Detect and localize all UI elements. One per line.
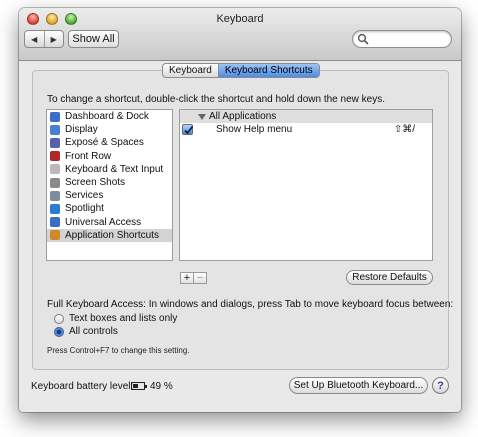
shortcut-name: Show Help menu xyxy=(216,124,293,135)
keyboard-preferences-window: Keyboard ◀ ▶ Show All Keyboard Keyboard … xyxy=(19,8,461,412)
search-icon xyxy=(357,33,369,45)
category-item[interactable]: Keyboard & Text Input xyxy=(47,163,172,176)
category-item[interactable]: Spotlight xyxy=(47,202,172,215)
category-item[interactable]: Display xyxy=(47,123,172,136)
shortcut-enabled-checkbox[interactable] xyxy=(182,124,194,135)
keyboard-icon xyxy=(50,164,60,175)
shortcut-group-row[interactable]: All Applications xyxy=(180,110,432,123)
radio-button[interactable] xyxy=(54,313,64,324)
battery-value: 49 % xyxy=(150,381,173,392)
back-button[interactable]: ◀ xyxy=(25,31,44,47)
set-up-bluetooth-keyboard-button[interactable]: Set Up Bluetooth Keyboard... xyxy=(289,377,428,394)
checkmark-icon xyxy=(184,125,194,135)
back-forward-control: ◀ ▶ xyxy=(24,30,64,48)
dashboard-icon xyxy=(50,111,60,122)
keyboard-access-hint: Press Control+F7 to change this setting. xyxy=(47,346,190,355)
category-label: Services xyxy=(65,190,104,202)
tab-bar: Keyboard Keyboard Shortcuts xyxy=(162,63,320,78)
shortcut-group-label: All Applications xyxy=(209,111,277,122)
services-icon xyxy=(50,190,60,201)
radio-label: Text boxes and lists only xyxy=(69,313,178,324)
add-shortcut-button[interactable]: + xyxy=(181,272,193,283)
category-item[interactable]: Universal Access xyxy=(47,216,172,229)
category-label: Universal Access xyxy=(65,216,142,228)
expose-icon xyxy=(50,137,60,148)
application-shortcuts-icon xyxy=(50,230,60,241)
category-label: Front Row xyxy=(65,150,112,162)
add-remove-control: + − xyxy=(180,272,207,284)
category-label: Exposé & Spaces xyxy=(65,137,144,149)
category-item[interactable]: Dashboard & Dock xyxy=(47,110,172,123)
category-label: Dashboard & Dock xyxy=(65,111,149,123)
help-button[interactable]: ? xyxy=(432,377,449,394)
remove-shortcut-button[interactable]: − xyxy=(193,272,206,283)
title-bar: Keyboard ◀ ▶ Show All xyxy=(19,8,461,61)
display-icon xyxy=(50,124,60,135)
category-label: Display xyxy=(65,124,98,136)
battery-level-fill xyxy=(133,384,138,388)
radio-text-boxes-only[interactable]: Text boxes and lists only xyxy=(54,313,177,324)
shortcut-list[interactable]: All Applications Show Help menu ⇧⌘/ xyxy=(179,109,433,261)
category-list[interactable]: Dashboard & Dock Display Exposé & Spaces Fr… xyxy=(46,109,173,261)
tab-keyboard-shortcuts[interactable]: Keyboard Shortcuts xyxy=(217,64,319,77)
universal-access-icon xyxy=(50,217,60,228)
radio-label: All controls xyxy=(69,326,118,337)
category-label: Screen Shots xyxy=(65,177,126,189)
category-item[interactable]: Front Row xyxy=(47,150,172,163)
category-item[interactable]: Application Shortcuts xyxy=(47,228,172,242)
screenshot-icon xyxy=(50,177,60,188)
category-label: Keyboard & Text Input xyxy=(65,163,164,175)
disclosure-triangle-icon[interactable] xyxy=(198,113,206,120)
battery-label: Keyboard battery level: xyxy=(31,381,134,392)
instruction-text: To change a shortcut, double-click the s… xyxy=(47,94,385,105)
category-label: Application Shortcuts xyxy=(65,229,159,241)
search-input[interactable] xyxy=(369,32,447,46)
spotlight-icon xyxy=(50,203,60,214)
category-item[interactable]: Screen Shots xyxy=(47,176,172,189)
front-row-icon xyxy=(50,151,60,162)
shortcut-keys[interactable]: ⇧⌘/ xyxy=(394,124,415,135)
forward-button[interactable]: ▶ xyxy=(43,31,64,47)
shortcut-row[interactable]: Show Help menu ⇧⌘/ xyxy=(180,123,432,137)
full-keyboard-access-label: Full Keyboard Access: In windows and dia… xyxy=(47,299,454,310)
window-title: Keyboard xyxy=(216,13,264,25)
category-item[interactable]: Exposé & Spaces xyxy=(47,136,172,149)
category-item[interactable]: Services xyxy=(47,189,172,202)
category-label: Spotlight xyxy=(65,203,104,215)
tab-keyboard[interactable]: Keyboard xyxy=(163,64,218,77)
radio-button-selected[interactable] xyxy=(54,326,64,337)
restore-defaults-button[interactable]: Restore Defaults xyxy=(346,270,433,285)
show-all-button[interactable]: Show All xyxy=(68,30,119,48)
battery-icon xyxy=(131,382,147,390)
search-field[interactable] xyxy=(352,30,452,48)
radio-all-controls[interactable]: All controls xyxy=(54,326,118,337)
